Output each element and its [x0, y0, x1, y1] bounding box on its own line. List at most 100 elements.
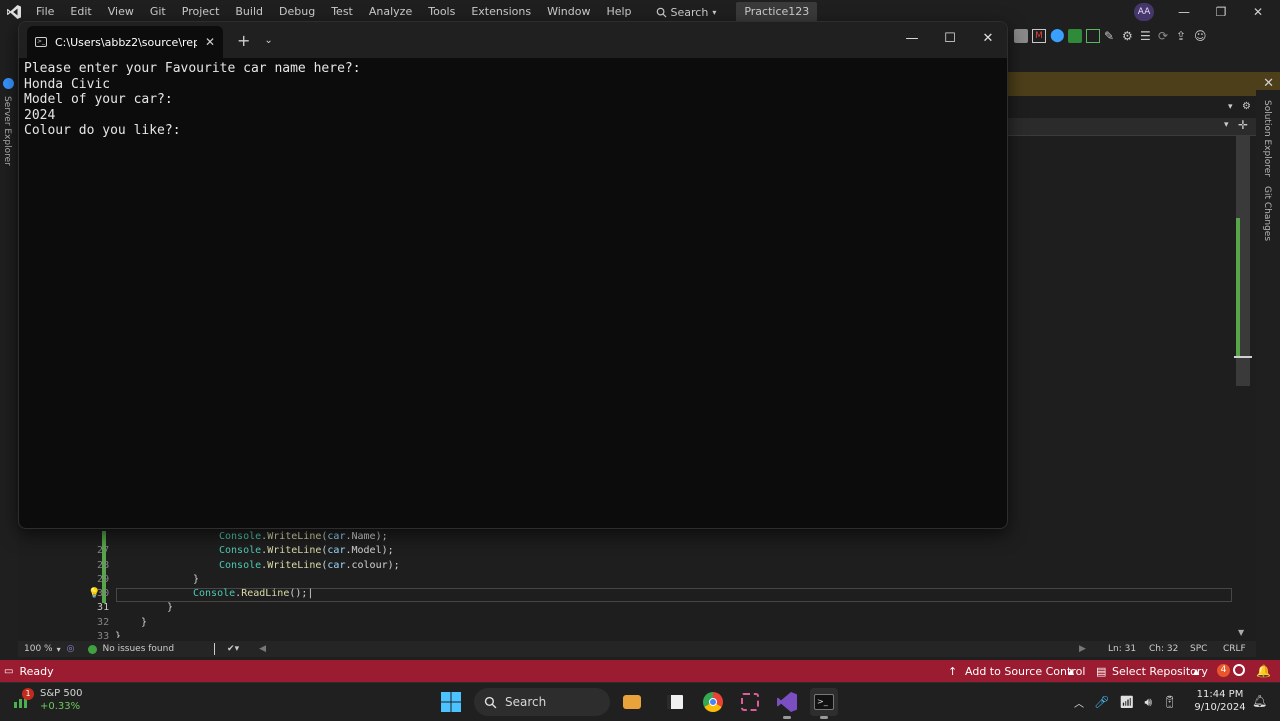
stock-widget[interactable]: 1 S&P 500 +0.33% [12, 687, 82, 713]
terminal-close-button[interactable]: ✕ [969, 22, 1007, 54]
code-text: } [141, 616, 148, 628]
terminal-line: Honda Civic [24, 76, 111, 92]
list-icon[interactable]: ☰ [1140, 29, 1154, 43]
search-icon [656, 7, 667, 18]
search-icon [484, 696, 497, 708]
windows-taskbar: 1 S&P 500 +0.33% Search >_ ︿ 🎤︎ 📶︎ 🔊︎ 🔋︎… [0, 682, 1280, 720]
terminal-tab[interactable]: >_ C:\Users\abbz2\source\repos\ ✕ [27, 26, 223, 58]
whitespace-indicator[interactable]: SPC [1190, 644, 1207, 654]
close-tab-icon[interactable]: ✕ [205, 35, 215, 49]
tab-list-chevron-icon[interactable]: ▾ [1228, 102, 1233, 112]
terminal-title-bar[interactable]: >_ C:\Users\abbz2\source\repos\ ✕ + ⌄ — … [19, 22, 1007, 58]
vs-minimize-button[interactable]: — [1166, 0, 1202, 24]
terminal-output[interactable]: Please enter your Favourite car name her… [19, 58, 1007, 139]
scroll-right-arrow-icon[interactable]: ▶ [1079, 644, 1086, 654]
code-text: Console.WriteLine(car.colour); [219, 559, 400, 571]
editor-tab-controls: ▾ ⚙ [1008, 100, 1256, 118]
code-line: 32 } [40, 601, 1240, 627]
status-icon: ▭ [4, 665, 14, 677]
tab-dropdown-chevron-icon[interactable]: ⌄ [264, 35, 272, 46]
status-ready: Ready [19, 664, 54, 678]
terminal-icon: >_ [35, 37, 47, 47]
code-text: } [115, 631, 122, 639]
terminal-line: Please enter your Favourite car name her… [24, 61, 361, 76]
battery-icon[interactable]: 🔋︎ [1162, 695, 1177, 709]
copilot-icon[interactable]: ◎ [67, 644, 75, 654]
volume-icon[interactable]: 🔊︎ [1144, 695, 1152, 710]
toolbox-icon[interactable] [1014, 29, 1028, 43]
code-line-current: 31 💡 Console.ReadLine();| [40, 587, 1240, 613]
notification-center-icon[interactable]: 🔔︎ [1252, 694, 1267, 708]
spell-check-icon[interactable] [1068, 29, 1082, 43]
settings-gear-icon[interactable]: ⚙ [1242, 101, 1251, 112]
briefcase-app-icon[interactable] [618, 688, 646, 716]
lightbulb-icon[interactable]: 💡 [88, 587, 100, 601]
chevron-up-icon: ▲ [1193, 666, 1200, 676]
file-explorer-icon[interactable] [661, 688, 689, 716]
microphone-icon[interactable]: 🎤︎ [1094, 695, 1109, 709]
vs-toolbar: M ⬤ ✎ ⚙ ☰ ⟳ ⇪ ☺ [1008, 24, 1280, 48]
snipping-tool-icon[interactable] [736, 688, 764, 716]
image-icon[interactable] [1086, 29, 1100, 43]
nav-dropdown-chevron-icon[interactable]: ▾ [1224, 120, 1229, 130]
split-editor-icon[interactable]: ✛ [1238, 118, 1248, 132]
vs-maximize-button[interactable]: ❐ [1203, 0, 1239, 24]
scroll-left-arrow-icon[interactable]: ◀ [259, 644, 266, 654]
chrome-icon[interactable] [699, 688, 727, 716]
code-text: Console.WriteLine(car.Model); [219, 545, 394, 557]
line-indicator[interactable]: Ln: 31 [1108, 644, 1136, 654]
line-ending-indicator[interactable]: CRLF [1223, 644, 1246, 654]
vs-search-label: Search [670, 5, 709, 19]
taskbar-search-box[interactable]: Search [474, 688, 610, 716]
refresh-icon[interactable]: ⟳ [1158, 29, 1172, 43]
git-changes-tab[interactable]: Git Changes [1262, 186, 1272, 241]
wifi-icon[interactable]: 📶︎ [1119, 695, 1134, 709]
solution-explorer-tab[interactable]: Solution Explorer [1262, 100, 1272, 177]
location-pin-icon[interactable]: ⬤ [1050, 29, 1065, 43]
right-tool-strip: Solution Explorer Git Changes [1256, 90, 1280, 660]
new-tab-button[interactable]: + [237, 31, 250, 50]
notification-badge[interactable]: 4 [1217, 664, 1230, 677]
account-avatar[interactable]: AA [1134, 3, 1154, 21]
code-cleanup-icon[interactable]: ✔▾ [227, 644, 239, 654]
text-cursor: | [307, 588, 314, 600]
terminal-window[interactable]: >_ C:\Users\abbz2\source\repos\ ✕ + ⌄ — … [18, 21, 1008, 529]
feedback-icon[interactable]: ☺ [1194, 29, 1208, 43]
terminal-taskbar-icon[interactable]: >_ [810, 688, 838, 719]
arrow-up-icon: ↑ [948, 664, 958, 678]
info-bar-close-icon[interactable]: ✕ [1263, 76, 1274, 91]
server-explorer-icon[interactable] [3, 78, 14, 89]
terminal-line: Model of your car?: [24, 92, 173, 107]
copilot-status-icon[interactable] [1233, 664, 1245, 676]
share-icon[interactable]: ⇪ [1176, 29, 1190, 43]
code-text: Console.WriteLine(car.Name); [219, 531, 388, 542]
column-indicator[interactable]: Ch: 32 [1149, 644, 1178, 654]
project-name-badge[interactable]: Practice123 [736, 2, 818, 22]
issues-status[interactable]: No issues found [102, 644, 174, 654]
notifications-bell-icon[interactable]: 🔔 [1256, 664, 1271, 678]
zoom-level[interactable]: 100 % [24, 644, 53, 654]
navigation-bar[interactable]: ▾ ✛ [1008, 118, 1256, 136]
code-text: } [193, 573, 200, 585]
server-explorer-tab[interactable]: Server Explorer [2, 96, 12, 166]
chevron-up-icon[interactable]: ︿ [1074, 695, 1084, 710]
clock-date: 9/10/2024 [1194, 702, 1246, 713]
terminal-maximize-button[interactable]: ☐ [931, 22, 969, 54]
m-icon[interactable]: M [1032, 29, 1046, 43]
editor-status-bar: 100 % ▾ ◎ No issues found ✔▾ ◀ ▶ Ln: 31 … [18, 641, 1256, 657]
code-lines[interactable]: 27 Console.WriteLine(car.Name); 28 Conso… [40, 530, 1240, 642]
vs-close-button[interactable]: ✕ [1240, 0, 1276, 24]
zoom-chevron-icon[interactable]: ▾ [57, 645, 61, 654]
clock[interactable]: 11:44 PM 9/10/2024 [1192, 688, 1248, 714]
code-line: 34 } [40, 630, 1240, 638]
start-button[interactable] [440, 691, 462, 713]
tool-icon[interactable]: ✎ [1104, 29, 1118, 43]
widget-change: +0.33% [40, 701, 81, 712]
vs-status-bar: ▭ Ready ↑ Add to Source Control ▲ ▤ Sele… [0, 660, 1280, 682]
visual-studio-taskbar-icon[interactable] [773, 688, 801, 719]
terminal-minimize-button[interactable]: — [893, 22, 931, 54]
settings-gear-icon[interactable]: ⚙ [1122, 29, 1136, 43]
terminal-line: 2024 [24, 107, 56, 123]
scroll-position-marker [1234, 356, 1252, 358]
info-bar: ✕ [1008, 72, 1280, 96]
